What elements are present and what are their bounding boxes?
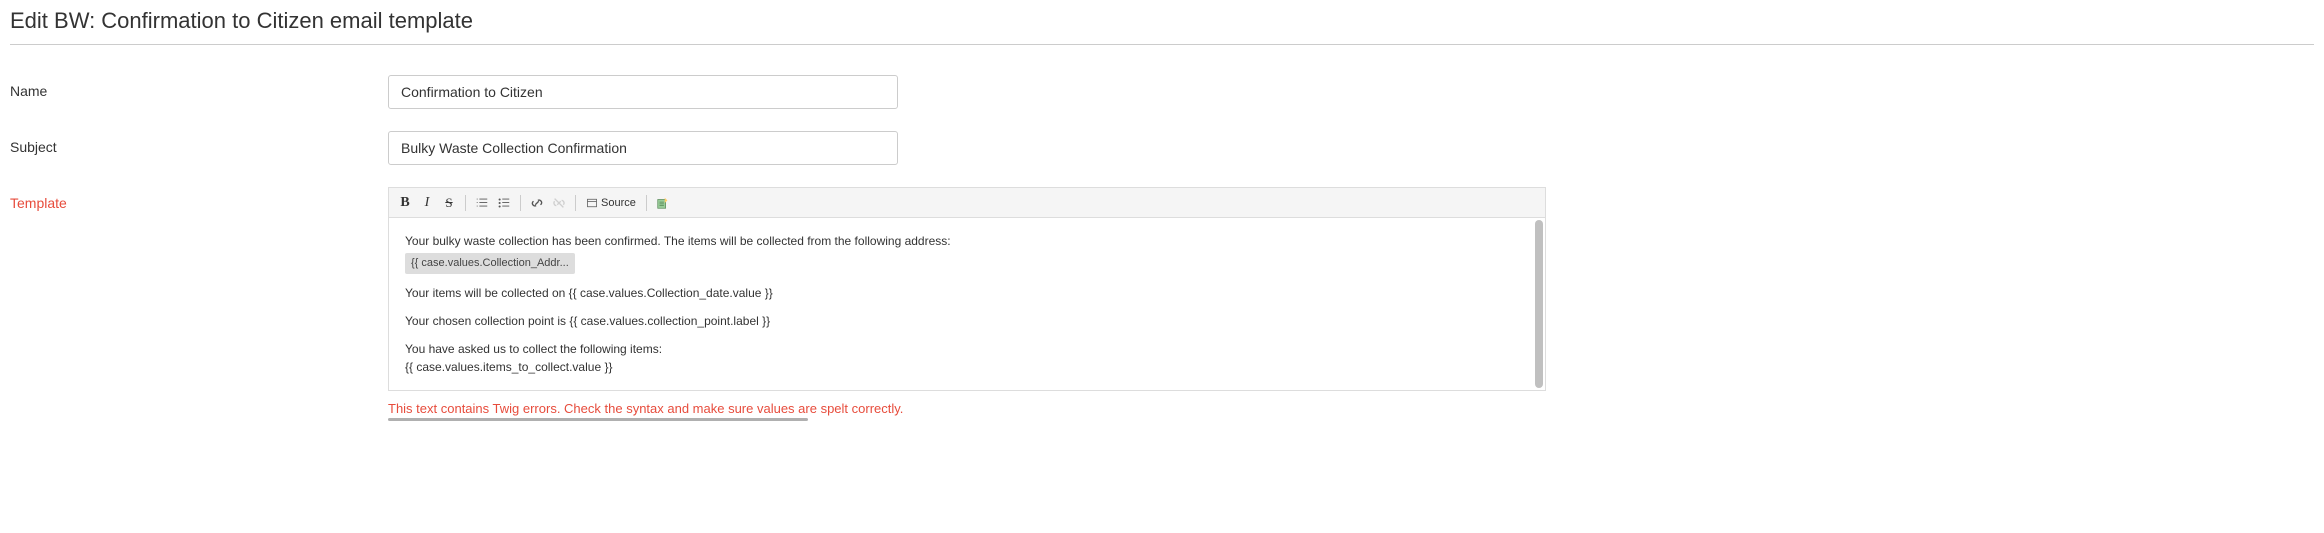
numbered-list-button[interactable]: [472, 193, 492, 213]
form-row-subject: Subject: [10, 131, 2314, 165]
source-button[interactable]: Source: [582, 193, 640, 213]
link-icon: [530, 196, 544, 210]
editor-scrollbar[interactable]: [1535, 220, 1543, 388]
numbered-list-icon: [475, 196, 489, 210]
editor-text: Your items will be collected on {{ case.…: [405, 284, 1529, 302]
editor-content[interactable]: Your bulky waste collection has been con…: [389, 218, 1545, 390]
italic-button[interactable]: I: [417, 193, 437, 213]
form-row-name: Name: [10, 75, 2314, 109]
editor-text: Your chosen collection point is {{ case.…: [405, 312, 1529, 330]
unlink-icon: [552, 196, 566, 210]
source-label: Source: [601, 197, 636, 209]
page-title: Edit BW: Confirmation to Citizen email t…: [10, 0, 2314, 45]
source-icon: [586, 197, 598, 209]
form-row-template: Template B I S: [10, 187, 2314, 421]
toolbar-separator: [575, 195, 576, 211]
editor-toolbar: B I S Sourc: [389, 188, 1545, 218]
editor-text: You have asked us to collect the followi…: [405, 342, 662, 356]
editor-text: {{ case.values.items_to_collect.value }}: [405, 360, 612, 374]
subject-label: Subject: [10, 131, 388, 155]
bullet-list-button[interactable]: [494, 193, 514, 213]
name-input[interactable]: [388, 75, 898, 109]
error-underline: [388, 418, 808, 421]
rich-text-editor: B I S Sourc: [388, 187, 1546, 391]
template-error-message: This text contains Twig errors. Check th…: [388, 401, 903, 416]
unlink-button[interactable]: [549, 193, 569, 213]
template-variable-chip[interactable]: {{ case.values.Collection_Addr...: [405, 253, 575, 274]
template-label: Template: [10, 187, 388, 211]
link-button[interactable]: [527, 193, 547, 213]
editor-text: Your bulky waste collection has been con…: [405, 234, 951, 248]
bold-button[interactable]: B: [395, 193, 415, 213]
name-label: Name: [10, 75, 388, 99]
insert-button[interactable]: [653, 193, 673, 213]
insert-icon: [656, 196, 670, 210]
toolbar-separator: [646, 195, 647, 211]
strike-button[interactable]: S: [439, 193, 459, 213]
toolbar-separator: [465, 195, 466, 211]
bullet-list-icon: [497, 196, 511, 210]
subject-input[interactable]: [388, 131, 898, 165]
toolbar-separator: [520, 195, 521, 211]
